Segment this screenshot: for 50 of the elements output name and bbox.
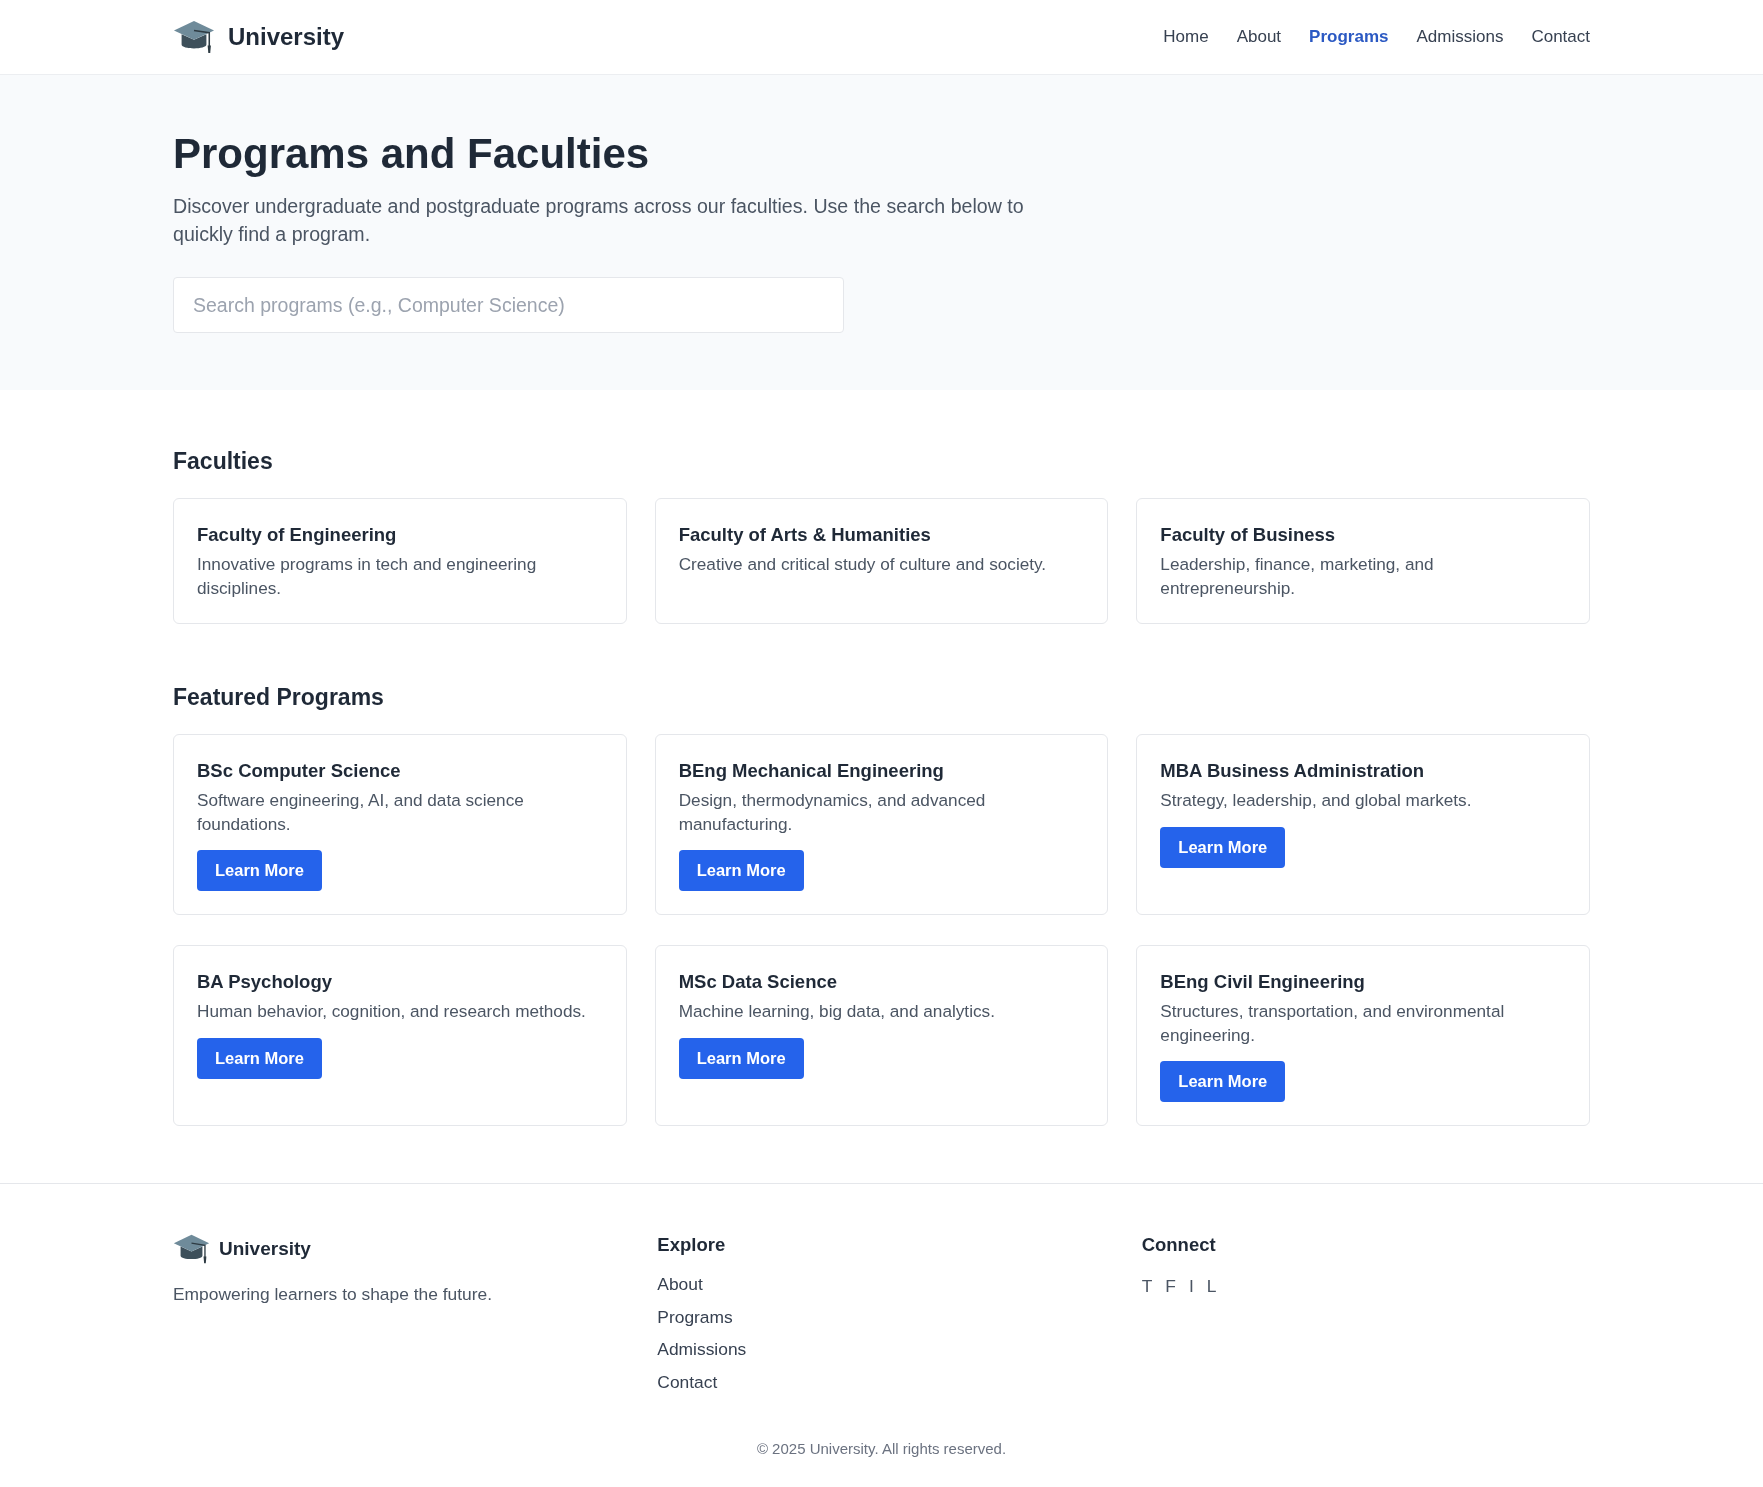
page-title: Programs and Faculties	[173, 129, 651, 179]
card-description: Human behavior, cognition, and research methods.	[197, 1000, 586, 1023]
nav-link[interactable]: Home	[1163, 27, 1209, 47]
footer-link[interactable]: About	[657, 1272, 703, 1296]
section-heading: Faculties	[173, 447, 274, 476]
graduation-cap-icon	[173, 1234, 210, 1264]
card-title: MBA Business Administration	[1160, 759, 1425, 783]
nav-link[interactable]: Admissions	[1416, 27, 1504, 47]
footer-link[interactable]: Contact	[657, 1369, 718, 1394]
card-title: Faculty of Arts & Humanities	[678, 523, 932, 547]
social-link[interactable]: T	[1141, 1274, 1153, 1298]
copyright-text: © 2025 University. All rights reserved.	[756, 1438, 1007, 1459]
page-description: Discover undergraduate and postgraduate programs across our faculties. Use the search below to quickly find a program.	[173, 194, 1025, 247]
footer-heading: Connect	[1141, 1234, 1217, 1256]
card-title: MSc Data Science	[678, 970, 837, 994]
card-description: Strategy, leadership, and global markets.	[1160, 789, 1472, 812]
nav-link[interactable]: Contact	[1531, 27, 1590, 47]
footer-link[interactable]: Programs	[657, 1304, 733, 1329]
nav-link[interactable]: About	[1236, 27, 1282, 47]
card-title: BEng Civil Engineering	[1160, 970, 1365, 994]
card-description: Innovative programs in tech and engineering disciplines.	[197, 553, 538, 600]
card-title: Faculty of Engineering	[197, 523, 398, 547]
search-field[interactable]: Search programs (e.g., Computer Science)	[173, 277, 844, 333]
learn-more-button[interactable]: Learn More	[197, 850, 322, 891]
card-title: BA Psychology	[197, 970, 332, 994]
footer-link[interactable]: Admissions	[657, 1337, 747, 1362]
card-title: BEng Mechanical Engineering	[678, 759, 944, 783]
section-heading: Featured Programs	[173, 683, 385, 712]
learn-more-button[interactable]: Learn More	[678, 850, 804, 891]
card-description: Leadership, finance, marketing, and entrepreneurship.	[1160, 553, 1435, 600]
card-description: Machine learning, big data, and analytics.	[678, 1000, 995, 1023]
card-description: Software engineering, AI, and data science foundations.	[197, 789, 525, 836]
site-name: University	[228, 23, 345, 51]
learn-more-button[interactable]: Learn More	[1160, 1061, 1286, 1102]
card-description: Creative and critical study of culture and society.	[678, 553, 1048, 576]
graduation-cap-icon	[173, 20, 215, 54]
social-link[interactable]: L	[1206, 1274, 1217, 1298]
footer-site-name: University	[219, 1238, 311, 1260]
footer-heading: Explore	[657, 1234, 727, 1256]
footer-tagline: Empowering learners to shape the future.	[173, 1283, 493, 1306]
social-link[interactable]: F	[1165, 1274, 1176, 1298]
card-description: Structures, transportation, and environmental engineering.	[1160, 1000, 1506, 1047]
nav-link[interactable]: Programs	[1309, 27, 1389, 47]
learn-more-button[interactable]: Learn More	[197, 1037, 322, 1079]
card-title: BSc Computer Science	[197, 759, 401, 783]
learn-more-button[interactable]: Learn More	[1160, 826, 1286, 868]
learn-more-button[interactable]: Learn More	[678, 1037, 804, 1079]
card-title: Faculty of Business	[1160, 523, 1337, 547]
card-description: Design, thermodynamics, and advanced manufacturing.	[678, 789, 987, 836]
social-link[interactable]: I	[1188, 1274, 1194, 1298]
